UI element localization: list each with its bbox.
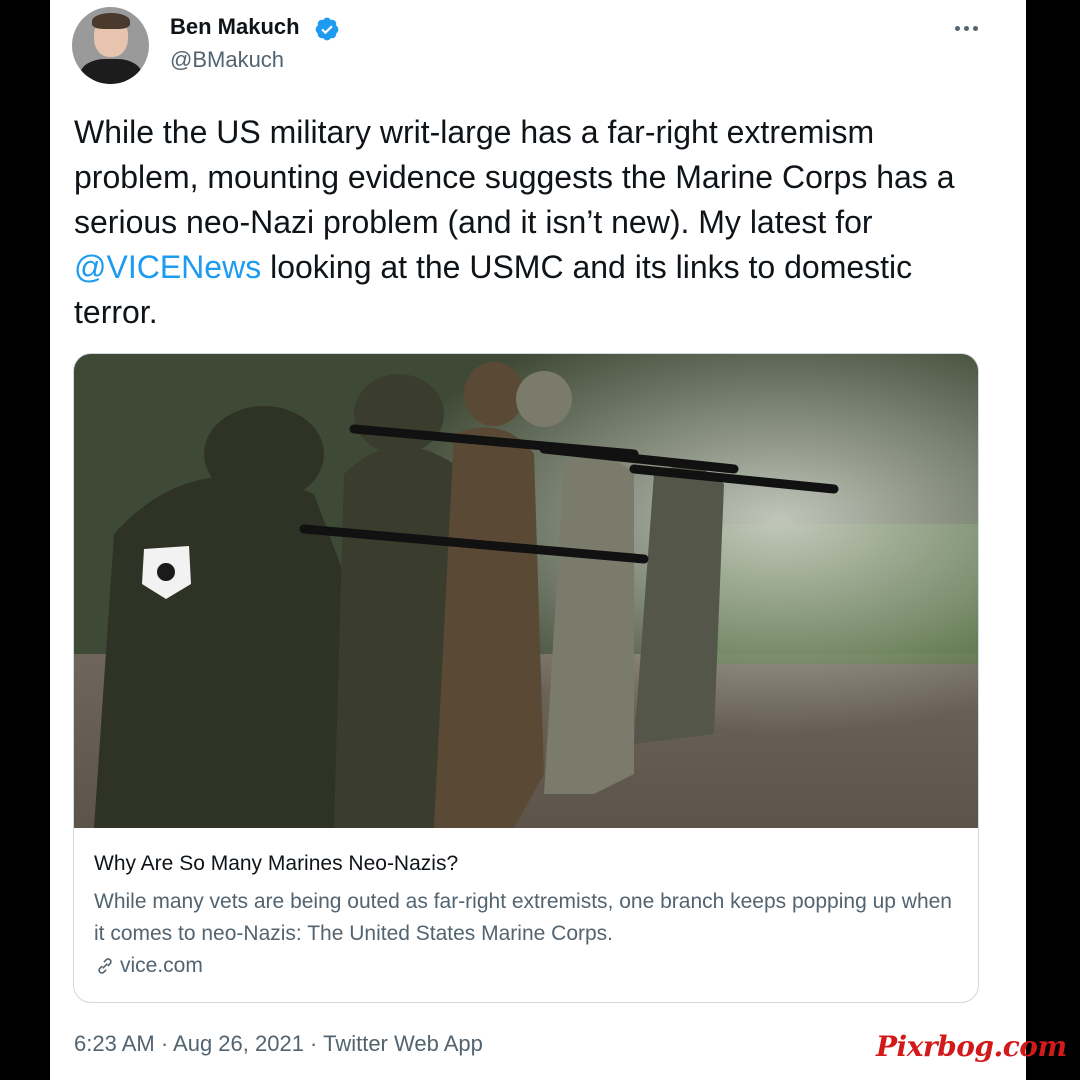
link-icon xyxy=(98,958,112,974)
tweet-text-part: While the US military writ-large has a f… xyxy=(74,114,955,240)
tweet-timestamp[interactable]: 6:23 AM · Aug 26, 2021 · Twitter Web App xyxy=(74,1031,483,1057)
link-title[interactable]: Why Are So Many Marines Neo-Nazis? xyxy=(94,852,458,876)
link-domain-text: vice.com xyxy=(120,954,203,977)
more-options-icon[interactable] xyxy=(946,8,986,48)
link-preview-image[interactable] xyxy=(74,354,978,828)
tweet-card: Ben Makuch @BMakuch While the US militar… xyxy=(50,0,1026,1080)
link-description: While many vets are being outed as far-r… xyxy=(94,890,952,945)
link-domain[interactable]: vice.com xyxy=(94,954,203,978)
avatar[interactable] xyxy=(72,7,149,84)
tweet-text: While the US military writ-large has a f… xyxy=(74,110,974,335)
author-name[interactable]: Ben Makuch xyxy=(170,14,300,40)
mention-link[interactable]: @VICENews xyxy=(74,249,261,285)
link-preview-card[interactable]: Why Are So Many Marines Neo-Nazis? While… xyxy=(73,353,979,1003)
verified-badge-icon xyxy=(315,17,339,41)
watermark: Pixrbog.com xyxy=(876,1030,1067,1063)
author-handle[interactable]: @BMakuch xyxy=(170,47,284,73)
